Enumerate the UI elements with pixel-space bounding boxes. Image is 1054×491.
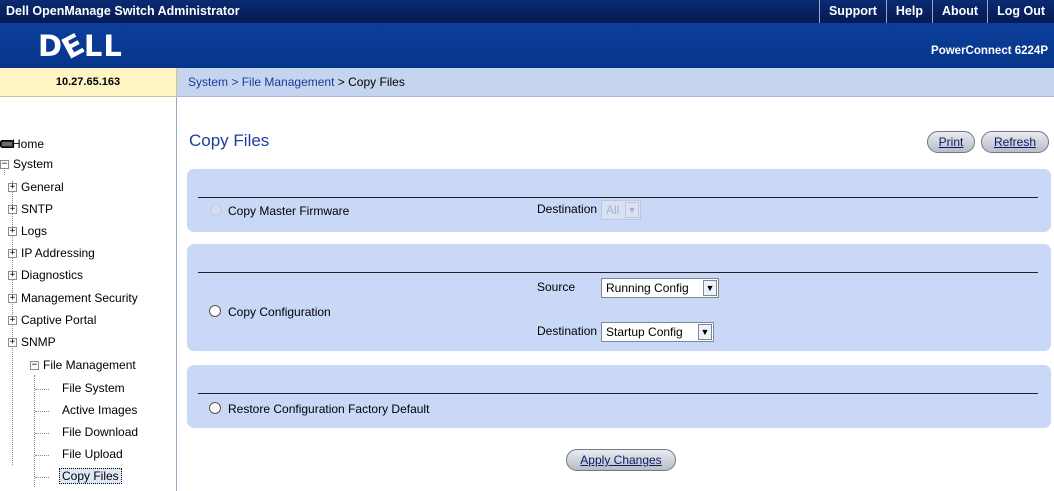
device-ip: 10.27.65.163 (0, 68, 177, 97)
configuration-section: Source Running Config ▼ Copy Configurati… (187, 244, 1051, 351)
collapse-icon[interactable]: − (0, 160, 9, 169)
nav-item-label: IP Addressing (21, 246, 95, 260)
expand-icon[interactable]: + (8, 338, 17, 347)
nav-item-label: Captive Portal (21, 313, 97, 327)
nav-item-label: File System (62, 381, 125, 395)
copy-configuration-radio[interactable] (209, 305, 221, 317)
breadcrumb-current: Copy Files (348, 75, 405, 89)
restore-default-label: Restore Configuration Factory Default (228, 402, 430, 416)
nav-diagnostics[interactable]: + Diagnostics (0, 268, 176, 284)
config-destination-value: Startup Config (606, 325, 683, 339)
nav-snmp[interactable]: + SNMP (0, 335, 176, 351)
nav-file-download[interactable]: File Download (0, 425, 176, 441)
breadcrumb-separator: > (231, 75, 239, 89)
section-divider (198, 272, 1038, 273)
chevron-down-icon: ▼ (625, 202, 639, 218)
config-destination-select[interactable]: Startup Config ▼ (601, 322, 714, 342)
dell-logo: DELL (38, 26, 123, 66)
nav-sntp[interactable]: + SNTP (0, 202, 176, 218)
help-link[interactable]: Help (885, 0, 932, 23)
nav-file-management[interactable]: − File Management (0, 358, 176, 374)
apply-changes-button[interactable]: Apply Changes (566, 449, 676, 471)
app-title: Dell OpenManage Switch Administrator (6, 4, 240, 18)
nav-system[interactable]: − System (0, 157, 170, 173)
nav-file-upload[interactable]: File Upload (0, 447, 176, 463)
breadcrumb-file-management[interactable]: File Management (242, 75, 335, 89)
chevron-down-icon: ▼ (698, 324, 712, 340)
firmware-destination-select[interactable]: All ▼ (601, 200, 641, 220)
top-links: Support Help About Log Out (818, 0, 1054, 23)
nav-item-label: Copy Files (59, 468, 122, 484)
nav-item-label: File Download (62, 425, 139, 439)
copy-configuration-label: Copy Configuration (228, 305, 331, 319)
collapse-icon[interactable]: − (30, 361, 39, 370)
restore-section: Restore Configuration Factory Default (187, 365, 1051, 428)
nav-item-label: File Management (43, 358, 136, 372)
nav-copy-files[interactable]: Copy Files (0, 468, 176, 487)
copy-firmware-radio[interactable] (210, 204, 222, 216)
logout-link[interactable]: Log Out (987, 0, 1054, 23)
source-value: Running Config (606, 281, 689, 295)
nav-item-label: General (21, 180, 64, 194)
nav-tree: Home − System + General + SNTP + Logs + … (0, 97, 177, 491)
nav-item-label: File Upload (62, 447, 123, 461)
firmware-section: Copy Master Firmware Destination All ▼ (187, 169, 1051, 232)
source-select[interactable]: Running Config ▼ (601, 278, 719, 298)
nav-active-images[interactable]: Active Images (0, 403, 176, 419)
expand-icon[interactable]: + (8, 227, 17, 236)
nav-management-security[interactable]: + Management Security (0, 291, 176, 307)
switch-model: PowerConnect 6224P (931, 45, 1048, 57)
chevron-down-icon: ▼ (703, 280, 717, 296)
nav-system-label: System (13, 157, 54, 171)
expand-icon[interactable]: + (8, 205, 17, 214)
section-divider (198, 197, 1038, 198)
source-label: Source (537, 280, 576, 294)
expand-icon[interactable]: + (8, 249, 17, 258)
nav-logs[interactable]: + Logs (0, 224, 176, 240)
support-link[interactable]: Support (818, 0, 886, 23)
nav-item-label: Management Security (21, 291, 138, 305)
nav-item-label: Diagnostics (21, 268, 84, 282)
section-divider (198, 393, 1038, 394)
nav-item-label: SNTP (21, 202, 54, 216)
brand-banner: DELL PowerConnect 6224P (0, 23, 1054, 68)
nav-home-label: Home (12, 137, 45, 151)
expand-icon[interactable]: + (8, 271, 17, 280)
breadcrumb: System > File Management > Copy Files (177, 68, 1054, 97)
nav-ip-addressing[interactable]: + IP Addressing (0, 246, 176, 262)
top-bar: Dell OpenManage Switch Administrator Sup… (0, 0, 1054, 23)
nav-item-label: Active Images (62, 403, 138, 417)
page-title: Copy Files (189, 131, 270, 150)
print-button[interactable]: Print (927, 131, 975, 153)
expand-icon[interactable]: + (8, 316, 17, 325)
config-destination-label: Destination (537, 324, 598, 338)
about-link[interactable]: About (931, 0, 987, 23)
breadcrumb-separator: > (337, 75, 345, 89)
copy-firmware-label: Copy Master Firmware (228, 204, 350, 218)
refresh-button[interactable]: Refresh (981, 131, 1049, 153)
nav-item-label: SNMP (21, 335, 56, 349)
firmware-destination-label: Destination (537, 202, 598, 216)
expand-icon[interactable]: + (8, 294, 17, 303)
expand-icon[interactable]: + (8, 183, 17, 192)
restore-default-radio[interactable] (209, 402, 221, 414)
firmware-destination-value: All (606, 203, 620, 217)
nav-item-label: Logs (21, 224, 48, 238)
nav-general[interactable]: + General (0, 180, 176, 196)
nav-file-system[interactable]: File System (0, 381, 176, 397)
nav-captive-portal[interactable]: + Captive Portal (0, 313, 176, 329)
breadcrumb-system[interactable]: System (188, 75, 228, 89)
